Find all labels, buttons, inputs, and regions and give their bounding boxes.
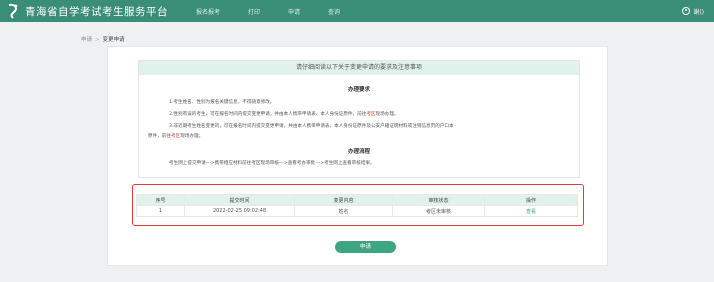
notice-box: 请仔细阅读以下关于变更申请的要求及注意事项 办理要求 1.考生姓名、性别为报名关… [138, 60, 580, 178]
nav-item-register[interactable]: 报名报考 [196, 7, 220, 16]
requirement-2: 2.性别有误的考生，可在报名时间内提交变更申请，并由本人携带申请表、本人身份证原… [169, 111, 579, 117]
logo-icon [8, 3, 18, 19]
column-index: 序号 [136, 194, 185, 206]
requirement-2-tail: 现场办理。 [375, 112, 399, 117]
requirement-2-text: 2.性别有误的考生，可在报名时间内提交变更申请，并由本人携带申请表、本人身份证原… [169, 112, 367, 117]
apply-button[interactable]: 申请 [335, 241, 396, 253]
column-submit-time: 提交时间 [184, 194, 295, 206]
column-change-content: 变更内容 [294, 194, 393, 206]
requirement-3: 3.非近期考生姓名变更的，可在报名时间内提交变更申请，并由本人携带申请表、本人身… [169, 124, 454, 129]
requirement-3-line2-text: 原件，前往 [148, 134, 171, 139]
requirement-2-highlight: 考区 [366, 112, 376, 117]
logo: 青海省自学考试考生服务平台 [6, 3, 168, 19]
requirement-3-line2: 原件，前往考区现场办理。 [148, 133, 579, 139]
user-icon [682, 7, 691, 15]
column-review-status: 审核状态 [392, 194, 485, 206]
top-bar: 青海省自学考试考生服务平台 报名报考 打印 申请 查询 谢() [0, 0, 714, 22]
nav-item-query[interactable]: 查询 [328, 7, 340, 16]
column-action: 操作 [484, 194, 578, 206]
process-text: 考生网上提交申请--->携带相应材料前往考区现场审核--->查看考办审批--->… [169, 161, 375, 166]
requirement-3-tail: 现场办理。 [180, 134, 204, 139]
main-nav: 报名报考 打印 申请 查询 [196, 7, 368, 16]
notice-header: 请仔细阅读以下关于变更申请的要求及注意事项 [139, 61, 579, 75]
nav-item-apply[interactable]: 申请 [288, 7, 300, 16]
breadcrumb-current: 变更申请 [102, 37, 125, 43]
cell-index: 1 [136, 205, 185, 217]
nav-item-print[interactable]: 打印 [248, 7, 260, 16]
breadcrumb: 申请 > 变更申请 [81, 35, 125, 43]
process-title: 办理流程 [347, 149, 370, 155]
requirement-1: 1.考生姓名、性别为报名关键信息，不得随意修改。 [169, 100, 275, 105]
requirements-title: 办理要求 [347, 87, 370, 93]
user-menu[interactable]: 谢() [682, 0, 704, 22]
cell-submit-time: 2022-02-25 09:02:48 [184, 205, 295, 217]
table-row: 1 2022-02-25 09:02:48 姓名 考区未审核 查看 [136, 205, 578, 217]
cell-review-status: 考区未审核 [392, 205, 485, 217]
breadcrumb-parent[interactable]: 申请 [81, 37, 92, 43]
requirement-3-highlight: 考区 [170, 134, 181, 139]
user-name: 谢() [693, 8, 704, 16]
breadcrumb-separator: > [95, 37, 100, 43]
application-table: 序号 提交时间 变更内容 审核状态 操作 1 2022-02-25 09:02:… [136, 194, 578, 217]
cell-change-content: 姓名 [294, 205, 393, 217]
view-link[interactable]: 查看 [484, 205, 578, 217]
table-header-row: 序号 提交时间 变更内容 审核状态 操作 [136, 194, 578, 206]
site-title: 青海省自学考试考生服务平台 [25, 5, 168, 18]
